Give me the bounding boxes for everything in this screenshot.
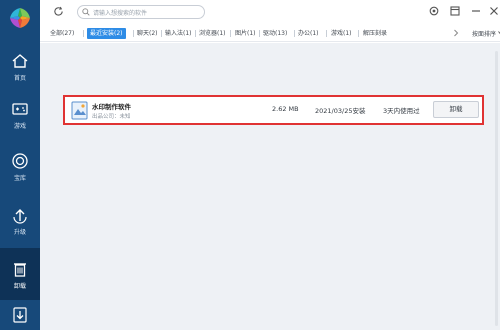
tab-separator [195, 30, 196, 37]
app-name: 水印制作软件 [92, 103, 131, 111]
top-bar: 请输入想搜索的软件 [40, 0, 500, 24]
tab-separator [358, 30, 359, 37]
sidebar-item-label: 首页 [13, 75, 26, 82]
search-icon [82, 8, 90, 16]
app-last-used: 3天内使用过 [383, 107, 420, 115]
trash-icon [14, 263, 26, 277]
download-icon [13, 307, 27, 323]
uninstall-button[interactable]: 卸载 [433, 101, 479, 118]
sidebar-item-label: 游戏 [13, 123, 26, 130]
app-install-date: 2021/03/25安装 [315, 107, 366, 115]
tab-drivers[interactable]: 驱动(13) [263, 28, 287, 39]
sidebar-item-uninstall[interactable]: 卸载 [0, 248, 40, 300]
sidebar-item-label: 宝库 [13, 175, 26, 182]
sidebar-item-label: 升级 [13, 229, 26, 236]
minimize-icon[interactable] [470, 5, 482, 17]
window-icon[interactable] [449, 5, 461, 17]
sort-dropdown[interactable]: 按面排序 [472, 29, 500, 38]
chevron-right-icon[interactable] [453, 29, 459, 37]
tab-separator [259, 30, 260, 37]
tab-separator [326, 30, 327, 37]
refresh-icon[interactable] [53, 6, 64, 17]
tab-office[interactable]: 办公(1) [298, 28, 319, 39]
tab-input-method[interactable]: 输入法(1) [165, 28, 192, 39]
close-icon[interactable] [488, 5, 500, 17]
list-item[interactable]: 水印制作软件 出品公司：未知 2.62 MB 2021/03/25安装 3天内使… [63, 95, 484, 125]
tab-separator [83, 30, 84, 37]
gamepad-icon [12, 103, 28, 115]
sidebar-item-download[interactable] [0, 302, 40, 330]
tab-images[interactable]: 图片(1) [235, 28, 256, 39]
app-logo-icon [10, 8, 30, 28]
settings-icon[interactable] [428, 5, 440, 17]
tab-all[interactable]: 全部(27) [50, 28, 74, 39]
upgrade-icon [13, 209, 27, 224]
scrollbar[interactable] [495, 51, 498, 326]
sort-label: 按面排序 [472, 31, 497, 38]
tab-compress-burn[interactable]: 解压刻录 [363, 28, 387, 39]
sidebar-item-treasure[interactable]: 宝库 [0, 146, 40, 194]
search-input[interactable]: 请输入想搜索的软件 [77, 5, 205, 19]
tab-recent-installs[interactable]: 最近安装(2) [87, 28, 126, 39]
tab-separator [230, 30, 231, 37]
sidebar-item-games[interactable]: 游戏 [0, 94, 40, 142]
app-publisher: 出品公司：未知 [92, 114, 131, 120]
software-list: 水印制作软件 出品公司：未知 2.62 MB 2021/03/25安装 3天内使… [40, 43, 500, 330]
sidebar-item-label: 卸载 [13, 283, 26, 290]
sidebar-item-upgrade[interactable]: 升级 [0, 200, 40, 248]
category-tabs: 全部(27) 最近安装(2) 聊天(2) 输入法(1) 浏览器(1) 图片(1)… [40, 24, 500, 42]
sidebar-item-home[interactable]: 首页 [0, 46, 40, 94]
watermark-app-icon [71, 101, 88, 120]
sidebar: 首页 游戏 宝库 升级 卸载 [0, 0, 40, 330]
tab-separator [161, 30, 162, 37]
search-placeholder: 请输入想搜索的软件 [93, 10, 148, 17]
tab-browser[interactable]: 浏览器(1) [199, 28, 226, 39]
treasure-icon [12, 153, 28, 169]
app-size: 2.62 MB [272, 105, 299, 113]
tab-chat[interactable]: 聊天(2) [137, 28, 158, 39]
tab-separator [294, 30, 295, 37]
tab-games[interactable]: 游戏(1) [331, 28, 352, 39]
home-icon [12, 54, 28, 68]
tab-separator [133, 30, 134, 37]
